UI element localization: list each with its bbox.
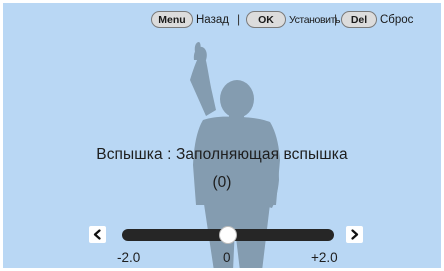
chevron-left-icon — [93, 229, 101, 240]
hint-separator: | — [334, 12, 338, 26]
ok-hint[interactable]: OK Установить — [246, 11, 341, 28]
menu-key-badge[interactable]: Menu — [151, 11, 193, 28]
slider-knob[interactable] — [220, 227, 236, 243]
hint-separator: | — [237, 12, 241, 26]
menu-action-label: Назад — [196, 13, 229, 26]
del-action-label: Сброс — [380, 13, 414, 26]
camera-settings-screen: Menu Назад | OK Установить | Del Сброс В… — [0, 0, 444, 271]
ok-key-badge[interactable]: OK — [246, 11, 286, 28]
ok-action-label: Установить — [289, 13, 341, 26]
setting-title: Вспышка : Заполняющая вспышка — [96, 146, 348, 163]
decrease-button[interactable] — [89, 226, 106, 243]
del-hint[interactable]: Del Сброс — [341, 11, 413, 28]
chevron-right-icon — [351, 229, 359, 240]
slider-mid-label: 0 — [223, 250, 231, 265]
menu-hint[interactable]: Menu Назад — [151, 11, 229, 28]
setting-value: (0) — [212, 174, 232, 191]
slider-max-label: +2.0 — [311, 250, 338, 265]
slider-min-label: -2.0 — [117, 250, 141, 265]
increase-button[interactable] — [346, 226, 363, 243]
del-key-badge[interactable]: Del — [341, 11, 377, 28]
